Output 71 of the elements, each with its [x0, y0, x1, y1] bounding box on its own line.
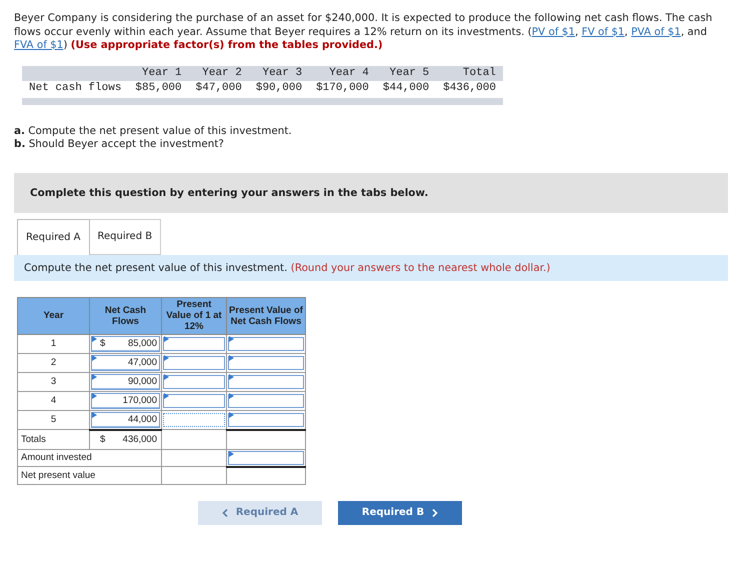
- present-value-field[interactable]: [228, 374, 304, 388]
- triangle-icon: [92, 354, 97, 360]
- present-value-field[interactable]: [228, 336, 304, 350]
- chevron-left-icon: [222, 508, 228, 516]
- table-link[interactable]: FVA of $1: [14, 39, 64, 51]
- triangle-icon: [229, 336, 234, 342]
- total-cell-text: $ 436,000: [99, 433, 158, 447]
- triangle-icon: [164, 374, 169, 380]
- chevron-right-icon: [432, 508, 438, 516]
- row-label: Net cash flows: [22, 80, 128, 101]
- table-cell: $47,000: [188, 80, 249, 101]
- triangle-icon: [229, 412, 234, 418]
- task-text: Compute the net present value of this investment. (Round your answers to the nearest whole dollar.): [24, 262, 550, 274]
- table-cell: $85,000: [128, 80, 189, 101]
- cash-flow-field[interactable]: 47,000: [91, 354, 160, 370]
- row-label: Amount invested: [20, 452, 93, 464]
- next-button[interactable]: Required B: [338, 500, 462, 524]
- table-cell: $170,000: [309, 80, 376, 101]
- triangle-icon: [229, 392, 234, 398]
- panel-title: Complete this question by entering your answers in the tabs below.: [30, 186, 428, 198]
- triangle-icon: [229, 374, 234, 380]
- table-link[interactable]: FV of $1: [582, 26, 625, 38]
- column-header: Net Cash Flows: [90, 297, 162, 334]
- year-label: 1: [50, 338, 58, 349]
- factor-field[interactable]: [163, 412, 225, 427]
- cash-flow-field[interactable]: $ 85,000: [91, 336, 160, 352]
- triangle-icon: [229, 450, 234, 456]
- present-value-field[interactable]: [228, 356, 304, 370]
- year-label: 4: [50, 395, 58, 406]
- column-header: Year 2: [188, 66, 249, 80]
- table-cell: $436,000: [436, 80, 503, 101]
- table-link[interactable]: PVA of $1: [631, 26, 681, 38]
- cash-flow-field[interactable]: 44,000: [91, 412, 160, 428]
- year-label: 3: [50, 376, 58, 387]
- column-header: Present Value of Net Cash Flows: [226, 297, 306, 334]
- triangle-icon: [164, 392, 169, 398]
- triangle-icon: [164, 336, 169, 342]
- year-label: 5: [50, 414, 58, 426]
- column-header: Total: [436, 66, 503, 80]
- question-text: b. Should Beyer accept the investment?: [14, 138, 225, 150]
- tab[interactable]: Required A: [17, 218, 90, 254]
- factor-field[interactable]: [163, 356, 225, 370]
- year-label: 2: [50, 357, 58, 368]
- cash-flow-field[interactable]: 170,000: [91, 392, 160, 408]
- problem-text: Beyer Company is considering the purchase of an asset for $240,000. It is expected to produce the following net cash flows. The cash flows occur evenly within each year. Assume that Beyer requires a 12% return on its investments. (PV of $1, FV of $1, PVA of $1, and FVA of $1) (Use appropriate factor(s) from the tables provided.): [14, 12, 714, 52]
- factor-field[interactable]: [163, 336, 225, 350]
- table-cell: $44,000: [376, 80, 436, 101]
- column-header: Year: [18, 297, 90, 334]
- table-link[interactable]: PV of $1: [532, 26, 575, 38]
- factor-field[interactable]: [163, 394, 225, 408]
- table-cell: $90,000: [248, 80, 310, 101]
- factor-field[interactable]: [163, 374, 225, 388]
- present-value-field[interactable]: [228, 412, 304, 426]
- column-header: Year 1: [128, 66, 189, 80]
- column-header: Year 5: [376, 66, 436, 80]
- column-header: Present Value of 1 at 12%: [162, 297, 226, 334]
- triangle-icon: [92, 392, 97, 398]
- present-value-field[interactable]: [228, 450, 304, 464]
- row-label: Net present value: [20, 470, 96, 481]
- tab[interactable]: Required B: [90, 218, 162, 254]
- column-header: Year 4: [309, 66, 376, 80]
- triangle-icon: [92, 374, 97, 380]
- cash-flow-field[interactable]: 90,000: [91, 374, 160, 390]
- present-value-field[interactable]: [228, 394, 304, 408]
- triangle-icon: [92, 412, 97, 418]
- question-text: a. Compute the net present value of this investment.: [14, 124, 293, 138]
- triangle-icon: [164, 354, 169, 360]
- triangle-icon: [92, 336, 97, 342]
- row-label: Totals: [20, 434, 47, 445]
- column-header: Year 3: [248, 66, 310, 80]
- triangle-icon: [229, 354, 234, 360]
